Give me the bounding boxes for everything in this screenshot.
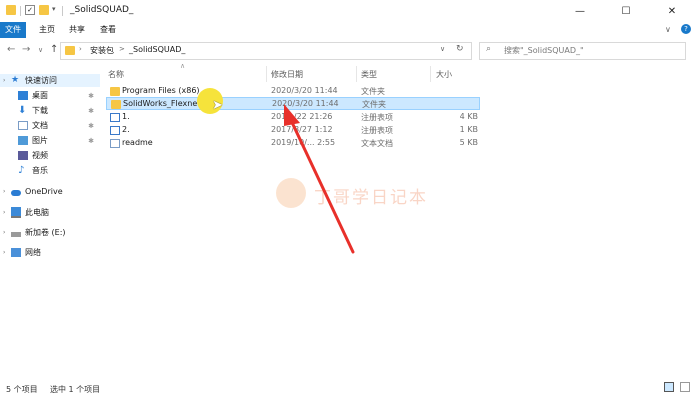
annotation-arrow — [284, 104, 355, 254]
item-count: 5 个项目 — [6, 385, 38, 394]
details-view-icon[interactable] — [664, 382, 674, 392]
status-bar: 5 个项目 选中 1 个项目 — [0, 380, 695, 394]
arrow-shaft — [287, 114, 355, 254]
large-icons-view-icon[interactable] — [680, 382, 690, 392]
selected-count: 选中 1 个项目 — [50, 385, 101, 394]
arrow-head — [284, 104, 300, 126]
